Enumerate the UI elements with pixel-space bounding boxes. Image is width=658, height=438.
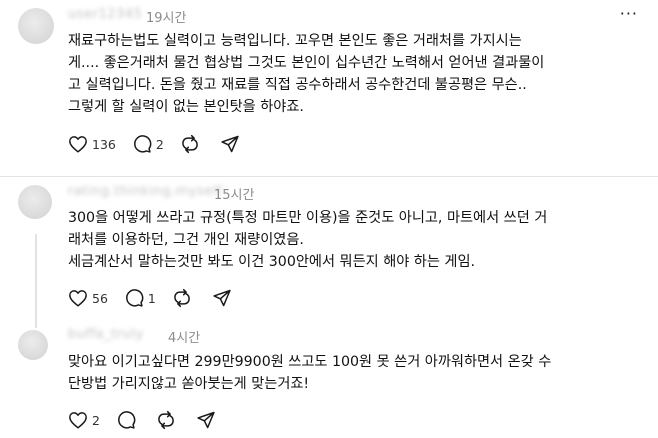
share-button[interactable] [212,288,236,308]
comment-post: rating.thinking.myself 15시간 300을 어떻게 쓰라고… [0,177,658,312]
reply-button[interactable] [116,410,140,430]
timestamp: 19시간 [146,11,187,26]
avatar[interactable] [18,185,52,219]
action-bar: 2 [68,409,236,431]
comment-text: 맞아요 이기고싶다면 299만9900원 쓰고도 100원 못 쓴거 아까워하면… [68,354,552,392]
avatar[interactable] [18,8,54,44]
share-button[interactable] [220,134,244,154]
avatar[interactable] [18,330,48,360]
like-count: 2 [92,412,100,428]
repost-icon [172,288,192,308]
comment-icon [132,134,152,154]
action-bar: 56 1 [68,287,252,309]
username[interactable]: rating.thinking.myself [68,184,222,199]
comment-icon [124,288,144,308]
share-button[interactable] [196,410,220,430]
like-button[interactable]: 2 [68,411,100,429]
comment-icon [116,410,136,430]
like-count: 136 [92,136,116,152]
heart-icon [68,289,88,307]
repost-button[interactable] [180,134,204,154]
repost-icon [156,410,176,430]
reply-button[interactable]: 2 [132,134,164,154]
like-button[interactable]: 56 [68,289,108,307]
comment-text: 재료구하는법도 실력이고 능력입니다. 꼬우면 본인도 좋은 거래처를 가지시는… [68,33,545,115]
like-count: 56 [92,290,108,306]
reply-count: 2 [155,136,164,152]
repost-icon [180,134,200,154]
heart-icon [68,411,88,429]
heart-icon [68,135,88,153]
action-bar: 136 2 [68,133,260,155]
send-icon [196,410,216,430]
username[interactable]: user12345 [68,7,142,22]
send-icon [220,134,240,154]
send-icon [212,288,232,308]
repost-button[interactable] [172,288,196,308]
comment-post: user12345 19시간 ··· 재료구하는법도 실력이고 능력입니다. 꼬… [0,0,658,175]
reply-count: 1 [147,290,156,306]
like-button[interactable]: 136 [68,135,116,153]
reply-button[interactable]: 1 [124,288,156,308]
timestamp: 4시간 [168,331,201,346]
comment-post: buffa_truly 4시간 맞아요 이기고싶다면 299만9900원 쓰고도… [0,320,658,438]
repost-button[interactable] [156,410,180,430]
timestamp: 15시간 [214,188,255,203]
username[interactable]: buffa_truly [68,327,144,342]
comment-text: 300을 어떻게 쓰라고 규정(특정 마트만 이용)을 준것도 아니고, 마트에… [68,210,548,270]
more-options-button[interactable]: ··· [620,4,638,23]
